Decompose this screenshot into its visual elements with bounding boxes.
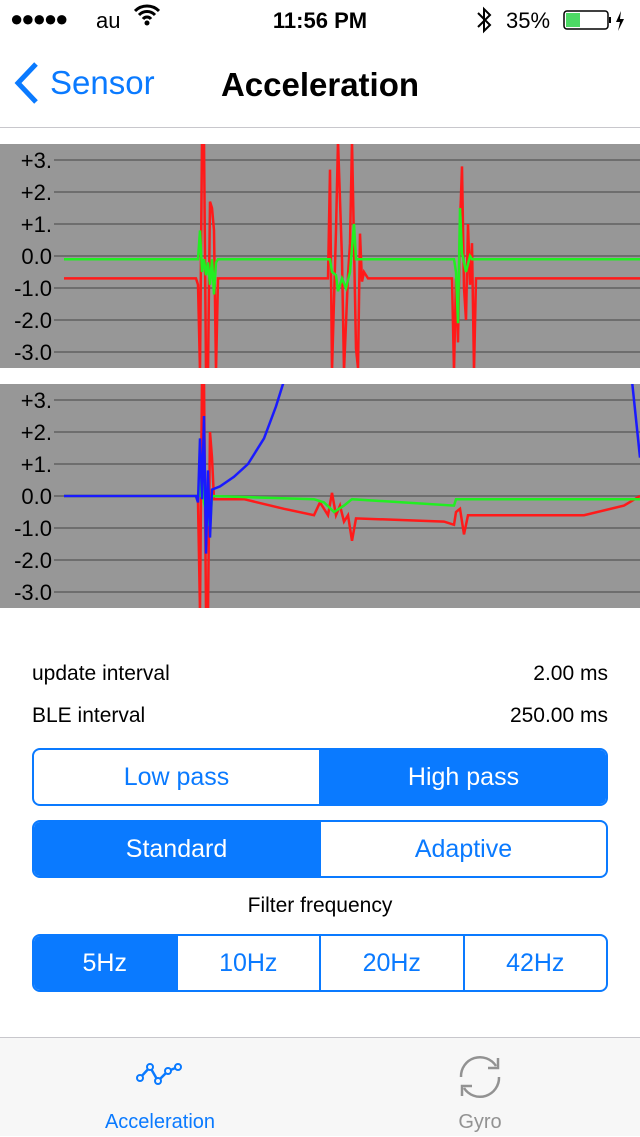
page-title: Acceleration: [220, 66, 420, 103]
y-tick-label: +3.: [21, 388, 52, 413]
battery-icon: [563, 10, 627, 38]
update-interval-label: update interval: [32, 662, 170, 685]
raw-acceleration-chart: +3. +2. +1. 0.0 -1.0 -2.0 -3.0: [0, 144, 640, 368]
tab-gyro[interactable]: Gyro: [320, 1038, 640, 1137]
y-tick-label: +2.: [21, 180, 52, 205]
y-tick-label: -3.0: [14, 580, 52, 605]
tab-bar: Acceleration Gyro: [0, 1037, 640, 1136]
freq-10hz-segment[interactable]: 10Hz: [175, 936, 320, 990]
y-tick-label: -2.0: [14, 308, 52, 333]
ble-interval-label: BLE interval: [32, 704, 146, 727]
status-bar: ●●●●● au 11:56 PM 35%: [0, 0, 640, 40]
y-tick-label: +1.: [21, 452, 52, 477]
adaptive-segment[interactable]: Adaptive: [319, 822, 606, 876]
bluetooth-icon: [476, 6, 492, 40]
filtered-acceleration-chart: +3. +2. +1. 0.0 -1.0 -2.0 -3.0: [0, 384, 640, 608]
series-line-1: [64, 207, 640, 324]
ble-interval-value: 250.00 ms: [509, 704, 608, 727]
line-chart-icon: [136, 1063, 182, 1085]
y-tick-label: +1.: [21, 212, 52, 237]
filter-type-control: Low pass High pass: [32, 748, 608, 806]
y-tick-label: +3.: [21, 148, 52, 173]
filter-frequency-control: 5Hz 10Hz 20Hz 42Hz: [32, 934, 608, 992]
y-tick-label: -1.0: [14, 516, 52, 541]
filter-mode-control: Standard Adaptive: [32, 820, 608, 878]
standard-segment[interactable]: Standard: [34, 822, 319, 876]
battery-percent: 35%: [506, 8, 551, 33]
freq-42hz-segment[interactable]: 42Hz: [462, 936, 607, 990]
freq-5hz-segment[interactable]: 5Hz: [34, 936, 176, 990]
high-pass-segment[interactable]: High pass: [319, 750, 606, 804]
low-pass-segment[interactable]: Low pass: [34, 750, 319, 804]
tab-acceleration[interactable]: Acceleration: [0, 1038, 320, 1137]
refresh-icon: [459, 1056, 501, 1098]
navigation-bar: Sensor Acceleration: [0, 40, 640, 128]
y-tick-label: -1.0: [14, 276, 52, 301]
update-interval-row: update interval 2.00 ms: [32, 662, 608, 686]
filter-frequency-label: Filter frequency: [247, 894, 393, 917]
y-tick-label: -3.0: [14, 340, 52, 365]
y-tick-label: 0.0: [21, 484, 52, 509]
y-tick-label: +2.: [21, 420, 52, 445]
ble-interval-row: BLE interval 250.00 ms: [32, 704, 608, 728]
tab-label: Acceleration: [104, 1111, 216, 1133]
y-tick-label: 0.0: [21, 244, 52, 269]
y-tick-label: -2.0: [14, 548, 52, 573]
freq-20hz-segment[interactable]: 20Hz: [319, 936, 463, 990]
tab-label: Gyro: [458, 1111, 502, 1133]
update-interval-value: 2.00 ms: [533, 662, 608, 685]
